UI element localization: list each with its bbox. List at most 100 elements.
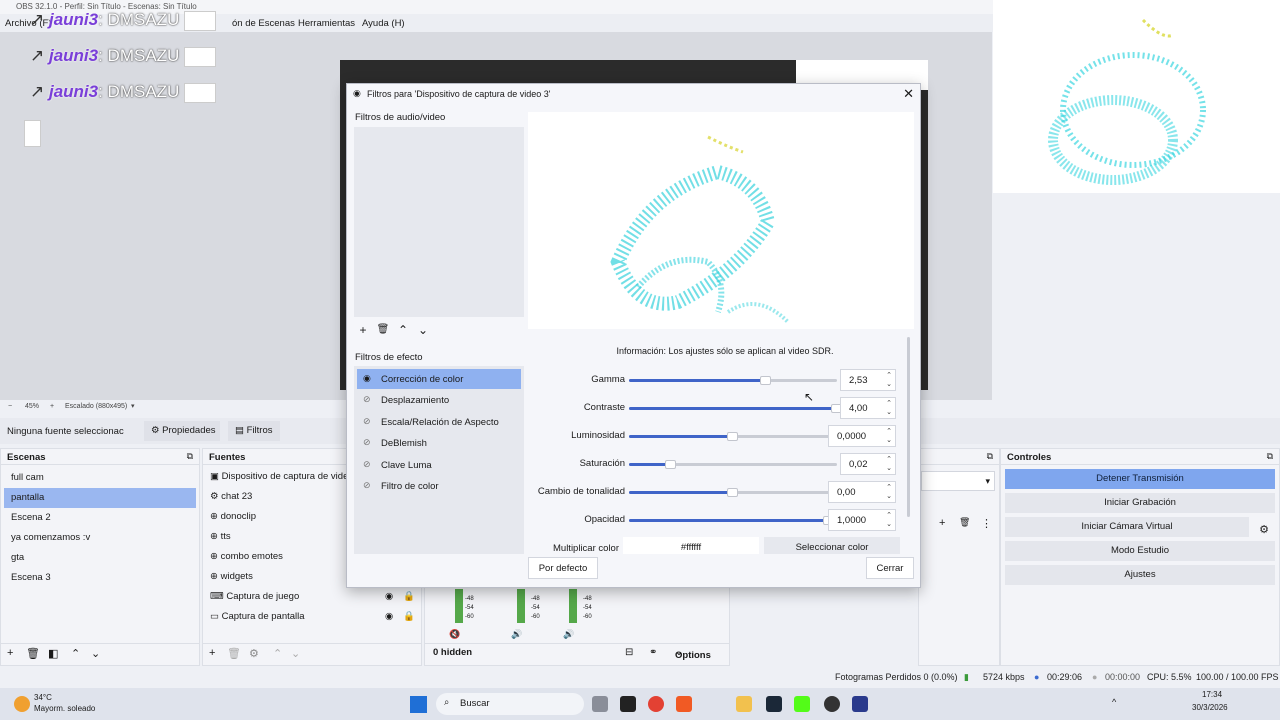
eye-hidden-icon[interactable]: ⊘ (363, 480, 371, 491)
start-virtual-camera-button[interactable]: Iniciar Cámara Virtual (1005, 517, 1249, 537)
options-button[interactable]: Options ⌄ (675, 647, 711, 661)
settings-button[interactable]: Ajustes (1005, 565, 1275, 585)
speaker-icon[interactable]: 🔊 (563, 629, 574, 640)
chevron-up-icon[interactable]: ⌃ (273, 647, 282, 660)
chevron-up-icon[interactable]: ^ (1112, 697, 1116, 707)
value-spinbox[interactable]: 0,00 ⌃ ⌄ (828, 481, 896, 503)
add-icon[interactable]: + (209, 647, 215, 659)
steam-icon[interactable] (766, 696, 782, 712)
popout-icon[interactable]: ⧉ (187, 451, 193, 462)
scene-item[interactable]: ya comenzamos :v (4, 528, 196, 548)
scene-item[interactable]: Escena 3 (4, 568, 196, 588)
popout-icon[interactable]: ⧉ (987, 451, 993, 462)
speaker-icon[interactable]: 🔊 (511, 629, 522, 640)
chevron-down-icon[interactable]: ▾ (131, 402, 135, 410)
lock-icon[interactable]: 🔒 (403, 611, 415, 622)
slider-track[interactable] (629, 516, 834, 525)
filter-icon[interactable]: ◧ (48, 647, 58, 660)
brave-icon[interactable] (676, 696, 692, 712)
spin-arrows-icon[interactable]: ⌃ ⌄ (886, 399, 892, 417)
link-icon[interactable]: ⚭ (649, 647, 657, 658)
start-recording-button[interactable]: Iniciar Grabación (1005, 493, 1275, 513)
chrome-icon[interactable] (648, 696, 664, 712)
menu-escenas[interactable]: ón de Escenas (232, 18, 295, 29)
scene-item[interactable]: full cam (4, 468, 196, 488)
trash-icon[interactable]: 🗑 (375, 322, 391, 338)
transition-select[interactable]: ▾ (921, 471, 995, 491)
scene-item[interactable]: Escena 2 (4, 508, 196, 528)
chevron-down-icon[interactable]: ⌄ (415, 322, 431, 338)
slider-track[interactable] (629, 488, 837, 497)
add-icon[interactable]: + (939, 517, 945, 529)
chevron-up-icon[interactable]: ⌃ (71, 647, 80, 660)
filter-item[interactable]: ⊘ Escala/Relación de Aspecto (357, 412, 521, 432)
menu-herramientas[interactable]: Herramientas (298, 18, 355, 29)
value-spinbox[interactable]: 4,00 ⌃ ⌄ (840, 397, 896, 419)
trash-icon[interactable]: 🗑 (26, 647, 40, 660)
popout-icon[interactable]: ⧉ (1267, 451, 1273, 462)
chevron-down-icon[interactable]: ⌄ (91, 647, 100, 660)
audio-video-filter-list[interactable] (354, 127, 524, 317)
layout-icon[interactable]: ⊟ (625, 647, 633, 658)
slider-handle[interactable] (664, 460, 676, 469)
close-button[interactable]: Cerrar (866, 557, 914, 579)
kick-icon[interactable] (794, 696, 810, 712)
folder-icon[interactable] (736, 696, 752, 712)
slider-handle[interactable] (760, 376, 772, 385)
slider-track[interactable] (629, 432, 837, 441)
eye-hidden-icon[interactable]: ⊘ (363, 437, 371, 448)
source-item[interactable]: ⌨ Captura de juego ◉ 🔒 (203, 587, 421, 607)
chevron-up-icon[interactable]: ⌃ (395, 322, 411, 338)
spin-arrows-icon[interactable]: ⌃ ⌄ (886, 455, 892, 473)
spin-arrows-icon[interactable]: ⌃ ⌄ (886, 511, 892, 529)
trash-icon[interactable]: 🗑 (959, 517, 970, 528)
zoom-out-button[interactable]: − (8, 403, 12, 410)
windows-start-icon[interactable] (410, 696, 427, 713)
add-icon[interactable]: + (7, 647, 13, 659)
taskview-icon[interactable] (592, 696, 608, 712)
more-icon[interactable]: ⋮ (981, 517, 992, 530)
value-spinbox[interactable]: 0,02 ⌃ ⌄ (840, 453, 896, 475)
app-icon[interactable] (852, 696, 868, 712)
value-spinbox[interactable]: 2,53 ⌃ ⌄ (840, 369, 896, 391)
close-icon[interactable]: ✕ (903, 86, 914, 102)
menu-ayuda[interactable]: Ayuda (H) (362, 18, 405, 29)
slider-handle[interactable] (727, 432, 738, 441)
scrollbar-thumb[interactable] (907, 337, 910, 517)
defaults-button[interactable]: Por defecto (528, 557, 598, 579)
spin-arrows-icon[interactable]: ⌃ ⌄ (886, 483, 892, 501)
eye-hidden-icon[interactable]: ⊘ (363, 459, 371, 470)
eye-icon[interactable]: ◉ (385, 591, 393, 602)
eye-hidden-icon[interactable]: ⊘ (363, 394, 371, 405)
slider-track[interactable] (629, 404, 842, 413)
filters-button[interactable]: ▤ Filtros (228, 421, 280, 441)
chevron-down-icon[interactable]: ⌄ (291, 647, 300, 660)
spin-arrows-icon[interactable]: ⌃ ⌄ (886, 371, 892, 389)
slider-track[interactable] (629, 460, 837, 469)
eye-hidden-icon[interactable]: ⊘ (363, 416, 371, 427)
zoom-in-button[interactable]: + (50, 403, 54, 410)
spin-arrows-icon[interactable]: ⌃ ⌄ (886, 427, 892, 445)
add-icon[interactable]: + (355, 322, 371, 338)
value-spinbox[interactable]: 0,0000 ⌃ ⌄ (828, 425, 896, 447)
trash-icon[interactable]: 🗑 (227, 647, 241, 660)
value-spinbox[interactable]: 1,0000 ⌃ ⌄ (828, 509, 896, 531)
scene-item-selected[interactable]: pantalla (4, 488, 196, 508)
lock-icon[interactable]: 🔒 (403, 591, 415, 602)
taskbar-search[interactable]: ⌕ Buscar (436, 693, 584, 715)
obs-icon[interactable] (824, 696, 840, 712)
stop-streaming-button[interactable]: Detener Transmisión (1005, 469, 1275, 489)
studio-mode-button[interactable]: Modo Estudio (1005, 541, 1275, 561)
mute-icon[interactable]: 🔇 (449, 629, 460, 640)
properties-button[interactable]: ⚙ Propiedades (144, 421, 220, 441)
source-item[interactable]: ▭ Captura de pantalla ◉ 🔒 (203, 607, 421, 627)
gear-icon[interactable]: ⚙ (249, 647, 259, 660)
eye-icon[interactable]: ◉ (363, 373, 371, 384)
eye-icon[interactable]: ◉ (385, 611, 393, 622)
epic-games-icon[interactable] (620, 696, 636, 712)
scrollbar[interactable] (904, 337, 912, 517)
slider-track[interactable] (629, 376, 837, 385)
gear-icon[interactable]: ⚙ (1259, 523, 1269, 536)
scene-item[interactable]: gta (4, 548, 196, 568)
slider-handle[interactable] (727, 488, 738, 497)
